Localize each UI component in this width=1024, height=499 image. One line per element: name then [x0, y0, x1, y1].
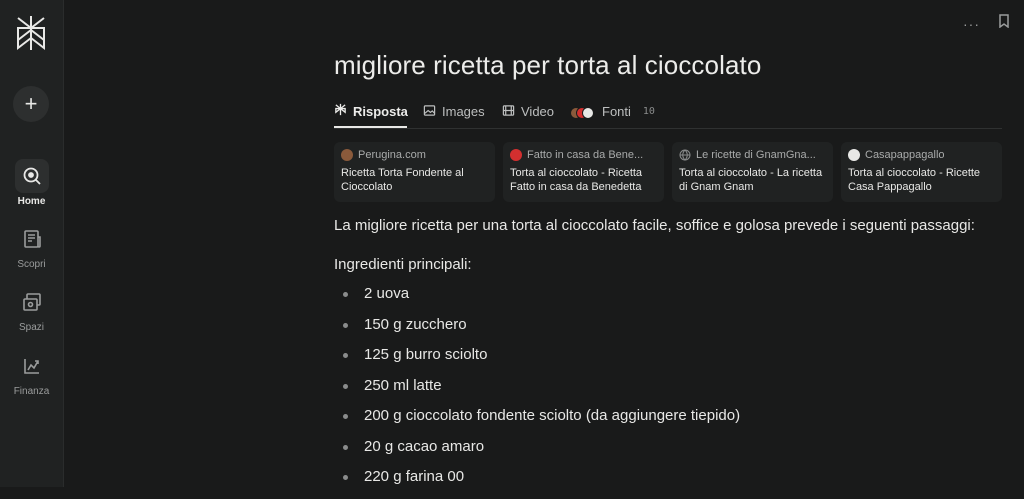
spaces-icon	[15, 285, 49, 319]
bullet	[343, 475, 348, 480]
bullet	[343, 292, 348, 297]
sources-count: 10	[642, 106, 655, 117]
source-site: Perugina.com	[358, 149, 426, 161]
sidebar-item-label: Finanza	[13, 386, 50, 397]
source-title: Ricetta Torta Fondente al Cioccolato	[341, 167, 464, 193]
bullet	[343, 322, 348, 328]
sources-row: Perugina.com Ricetta Torta Fondente al C…	[334, 142, 1002, 202]
ingredient-text: 125 g burro sciolto	[364, 346, 488, 363]
top-actions: ···	[963, 14, 1010, 33]
source-title: Torta al cioccolato - Ricetta Fatto in c…	[510, 167, 643, 193]
source-card[interactable]: Fatto in casa da Bene... Torta al ciocco…	[503, 142, 664, 202]
more-options-button[interactable]: ···	[963, 16, 980, 32]
source-title: Torta al cioccolato - Ricette Casa Pappa…	[848, 167, 981, 193]
list-item: 250 ml latte	[334, 377, 740, 408]
bookmark-icon[interactable]	[998, 14, 1010, 33]
sidebar-item-home[interactable]: Home	[0, 159, 63, 207]
source-site: Fatto in casa da Bene...	[527, 149, 644, 161]
ingredient-text: 150 g zucchero	[364, 315, 467, 333]
answer-tabs: Risposta Images Video Fonti 10	[334, 96, 1002, 129]
list-item: 150 g zucchero	[334, 316, 740, 347]
globe-icon	[679, 149, 691, 161]
bullet	[343, 383, 348, 389]
source-title: Torta al cioccolato - La ricetta di Gnam…	[679, 167, 823, 193]
bullet	[343, 414, 348, 419]
sidebar-item-spazi[interactable]: Spazi	[0, 285, 63, 333]
perplexity-answer-icon	[334, 103, 347, 119]
sidebar-item-scopri[interactable]: Scopri	[0, 222, 63, 270]
tab-label: Fonti	[602, 104, 631, 119]
benedetta-favicon-icon	[510, 149, 522, 161]
list-item: 125 g burro sciolto	[334, 346, 740, 377]
finance-chart-icon	[15, 349, 49, 383]
source-site: Casapappagallo	[865, 149, 945, 161]
tab-video[interactable]: Video	[502, 96, 554, 127]
tab-label: Video	[521, 104, 555, 119]
ingredient-text: 20 g cacao amaro	[364, 437, 485, 455]
ingredient-text: 220 g farina 00	[364, 468, 465, 485]
perplexity-logo-icon[interactable]	[14, 14, 48, 52]
source-card[interactable]: Le ricette di GnamGna... Torta al ciocco…	[672, 142, 833, 202]
tab-risposta[interactable]: Risposta	[334, 96, 408, 128]
sidebar-item-label: Spazi	[18, 322, 44, 333]
answer-intro: La migliore ricetta per una torta al cio…	[334, 217, 975, 234]
ingredient-text: 2 uova	[364, 285, 410, 302]
tab-images[interactable]: Images	[423, 96, 485, 127]
sources-icon	[570, 106, 596, 119]
bullet	[343, 444, 348, 450]
casapappagallo-favicon-icon	[848, 149, 860, 161]
sidebar-item-finanza[interactable]: Finanza	[0, 349, 63, 397]
list-item: 20 g cacao amaro	[334, 438, 740, 469]
page-title: migliore ricetta per torta al cioccolato	[334, 50, 762, 80]
tab-fonti[interactable]: Fonti 10	[570, 96, 655, 127]
tab-label: Risposta	[353, 103, 408, 119]
newspaper-icon	[15, 222, 49, 256]
ingredients-list: 2 uova 150 g zucchero 125 g burro sciolt…	[334, 285, 740, 499]
bullet	[343, 353, 348, 358]
list-item: 2 uova	[334, 285, 740, 316]
source-header: Perugina.com	[341, 149, 488, 161]
ingredient-text: 250 ml latte	[364, 376, 442, 394]
video-icon	[502, 104, 515, 120]
ingredient-text: 200 g cioccolato fondente sciolto (da ag…	[364, 407, 741, 424]
ingredients-heading: Ingredienti principali:	[334, 256, 472, 273]
list-item: 220 g farina 00	[334, 468, 740, 499]
new-thread-button[interactable]: +	[13, 86, 49, 122]
tab-label: Images	[442, 104, 485, 119]
perugina-favicon-icon	[341, 149, 353, 161]
sidebar-item-label: Home	[17, 196, 46, 207]
source-header: Le ricette di GnamGna...	[679, 149, 826, 161]
image-icon	[423, 104, 436, 120]
source-card[interactable]: Perugina.com Ricetta Torta Fondente al C…	[334, 142, 495, 202]
sidebar-item-label: Scopri	[17, 259, 46, 270]
list-item: 200 g cioccolato fondente sciolto (da ag…	[334, 407, 740, 438]
home-search-icon	[14, 159, 49, 193]
sidebar: + Home Scopri Spazi Finanza	[0, 0, 64, 487]
source-card[interactable]: Casapappagallo Torta al cioccolato - Ric…	[841, 142, 1002, 202]
source-header: Fatto in casa da Bene...	[510, 149, 657, 161]
source-header: Casapappagallo	[848, 149, 995, 161]
source-site: Le ricette di GnamGna...	[696, 149, 816, 161]
